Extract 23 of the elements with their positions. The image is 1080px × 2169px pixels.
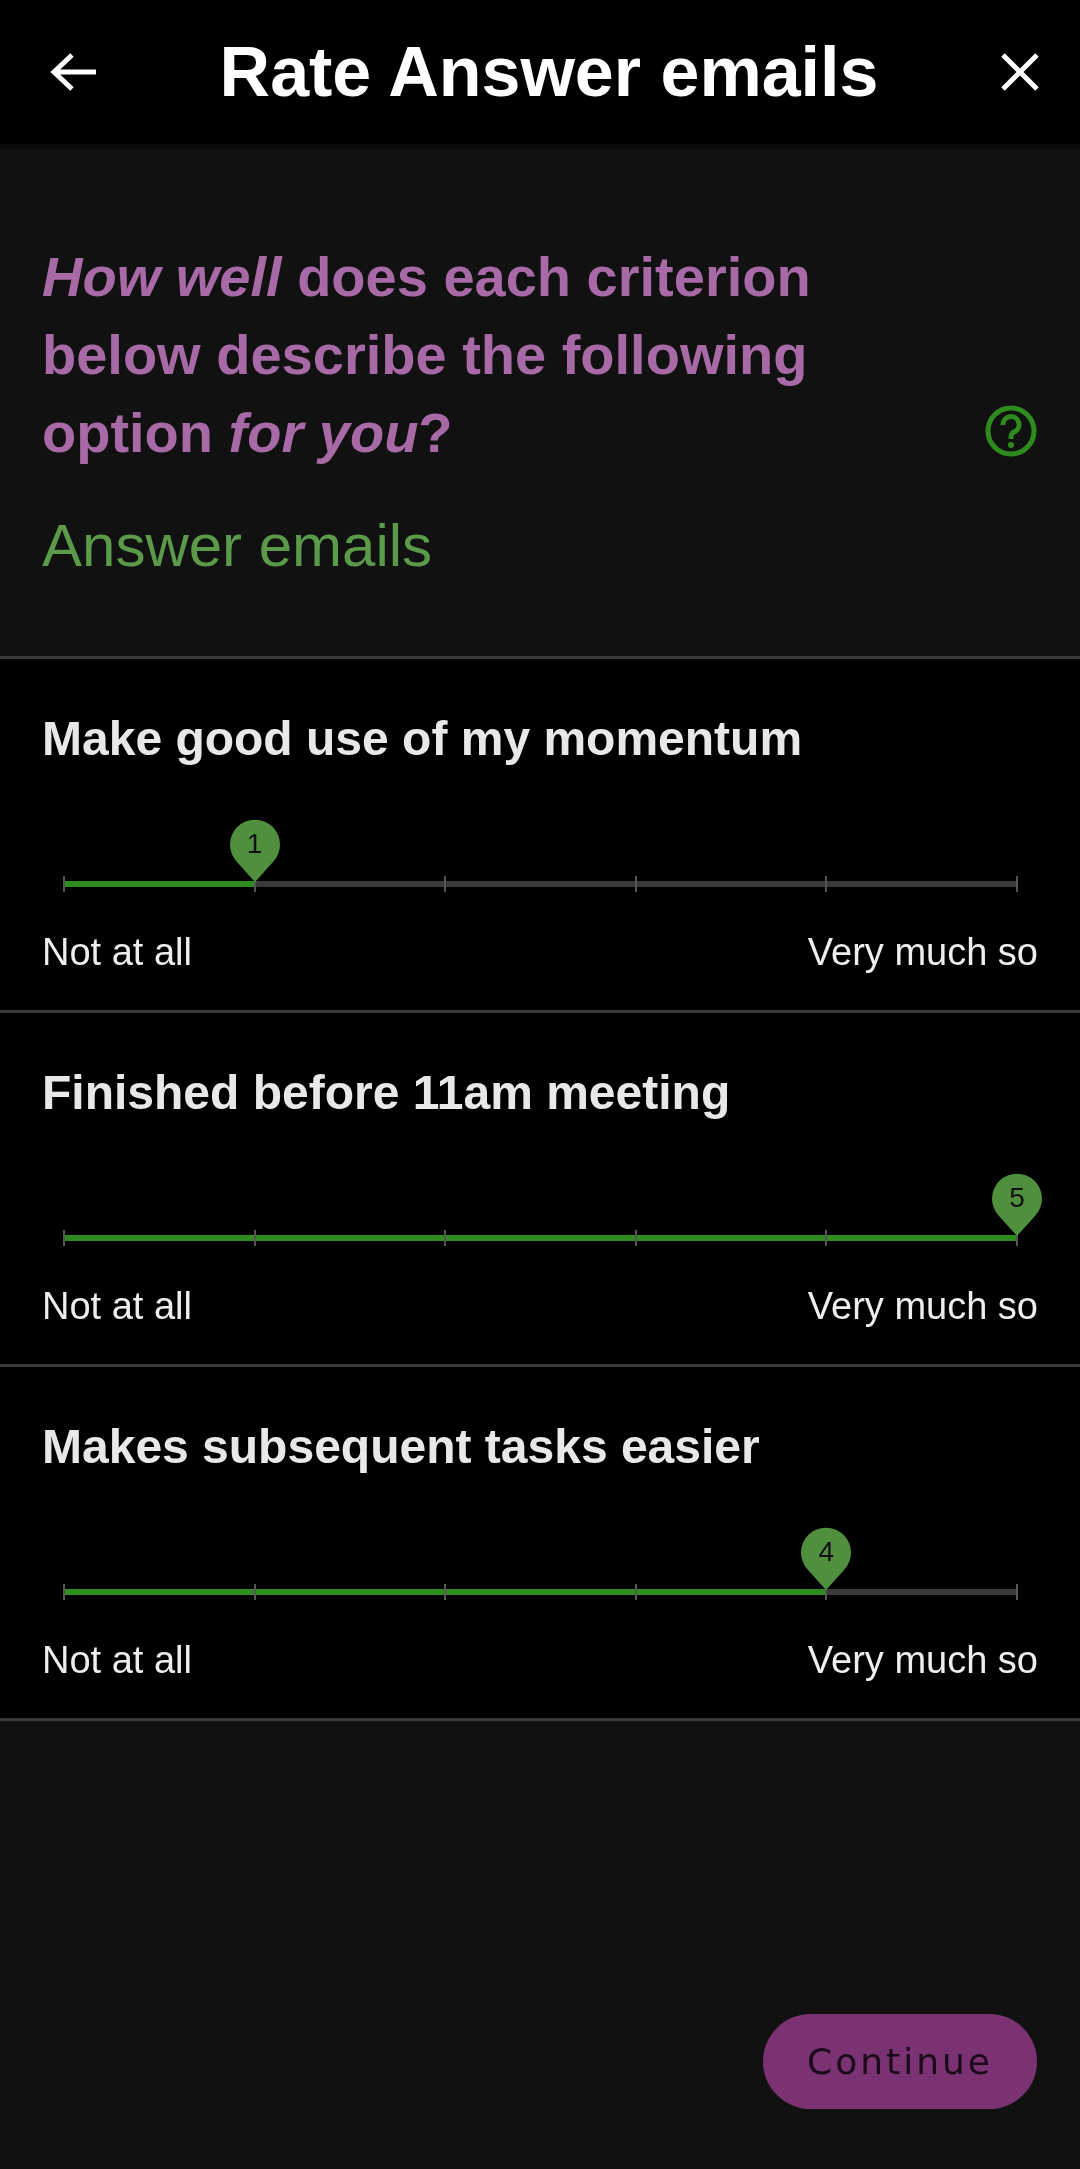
- max-label: Very much so: [807, 931, 1038, 974]
- close-button[interactable]: [1000, 52, 1040, 92]
- max-label: Very much so: [807, 1639, 1038, 1682]
- slider-thumb[interactable]: 5: [991, 1172, 1043, 1238]
- criterion-title: Makes subsequent tasks easier: [42, 1419, 761, 1475]
- min-label: Not at all: [42, 1285, 192, 1328]
- slider-thumb[interactable]: 4: [800, 1526, 853, 1592]
- page-title: Rate Answer emails: [219, 32, 879, 112]
- rating-slider[interactable]: 5: [42, 1163, 1046, 1249]
- rating-slider[interactable]: 4: [42, 1517, 1046, 1603]
- slider-thumb[interactable]: 1: [228, 818, 281, 884]
- criterion-title: Finished before 11am meeting: [42, 1065, 732, 1121]
- back-button[interactable]: [50, 52, 98, 92]
- option-name: Answer emails: [42, 511, 434, 581]
- min-label: Not at all: [42, 931, 192, 974]
- help-icon[interactable]: [984, 404, 1038, 458]
- close-icon: [1000, 52, 1040, 92]
- rating-slider[interactable]: 1: [42, 809, 1046, 895]
- back-arrow-icon: [50, 52, 98, 92]
- criterion-title: Make good use of my momentum: [42, 711, 804, 767]
- min-label: Not at all: [42, 1639, 192, 1682]
- question-text: How well does each criterion below describe the following option for you?: [42, 244, 812, 466]
- max-label: Very much so: [807, 1285, 1038, 1328]
